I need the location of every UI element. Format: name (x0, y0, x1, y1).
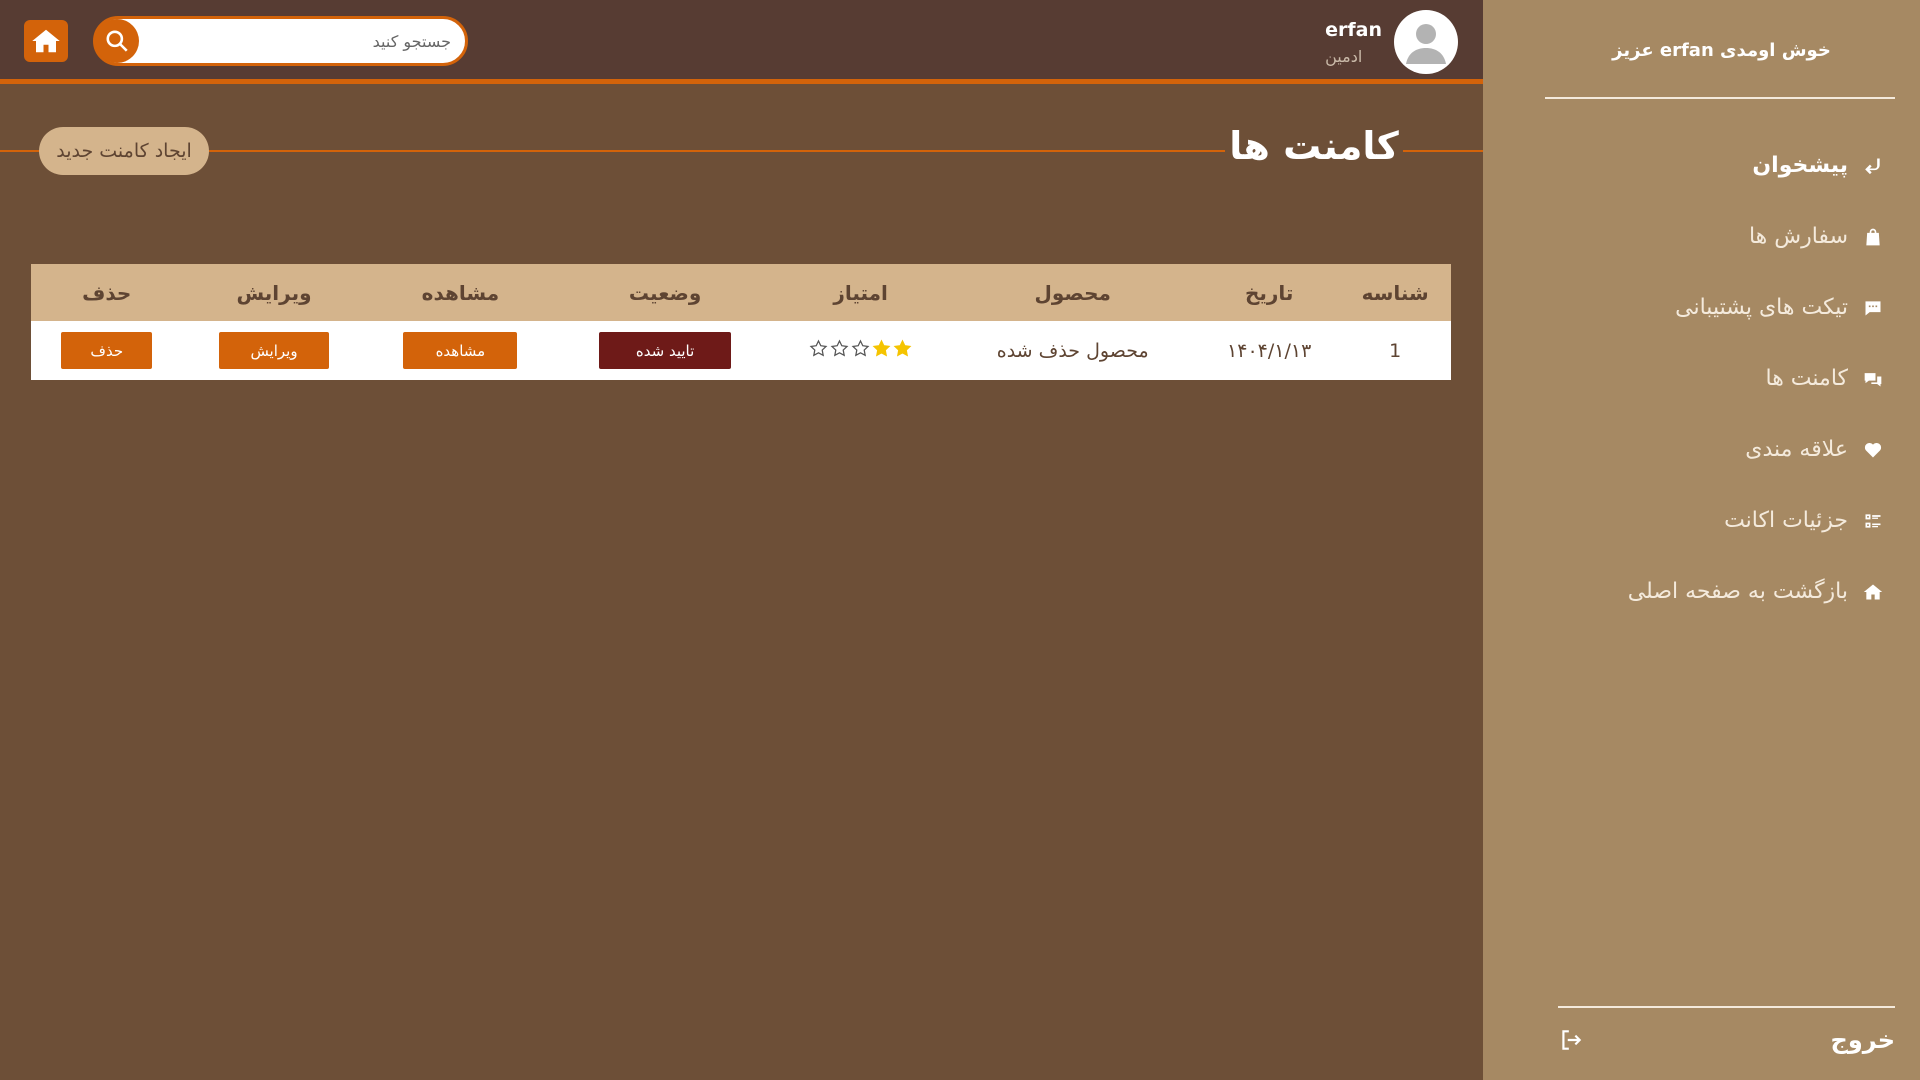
star-filled-icon (893, 339, 912, 356)
sidebar-item-orders[interactable]: سفارش ها (1628, 201, 1884, 272)
comments-table: شناسه تاریخ محصول امتیاز وضعیت مشاهده وی… (31, 264, 1451, 380)
logout-label: خروج (1830, 1026, 1895, 1054)
cell-view: مشاهده (366, 321, 556, 380)
heart-icon (1862, 439, 1884, 461)
column-header-date: تاریخ (1244, 280, 1294, 305)
sidebar-item-account[interactable]: جزئیات اکانت (1628, 485, 1884, 556)
column-header-delete: حذف (82, 280, 132, 305)
cell-rating (775, 321, 946, 380)
sidebar-item-label: علاقه مندی (1745, 437, 1848, 462)
status-badge: تایید شده (599, 332, 732, 369)
star-empty-icon (809, 339, 828, 356)
sidebar-item-dashboard[interactable]: پیشخوان (1628, 130, 1884, 201)
sidebar-item-label: پیشخوان (1752, 153, 1848, 178)
shopping-bag-icon (1862, 226, 1884, 248)
welcome-message: خوش اومدی erfan عزیز (1612, 40, 1831, 61)
table-header-row: شناسه تاریخ محصول امتیاز وضعیت مشاهده وی… (31, 264, 1451, 321)
user-profile[interactable]: erfan ادمین (1325, 10, 1458, 74)
sidebar-item-label: بازگشت به صفحه اصلی (1627, 579, 1848, 604)
sidebar-item-comments[interactable]: کامنت ها (1628, 343, 1884, 414)
logout-icon (1562, 1030, 1582, 1050)
column-header-product: محصول (1034, 280, 1111, 305)
column-header-view: مشاهده (421, 280, 500, 305)
user-name: erfan (1325, 18, 1382, 41)
search-button[interactable] (95, 19, 139, 63)
cell-edit: ویرایش (183, 321, 366, 380)
logout-button[interactable]: خروج (1558, 1026, 1895, 1054)
search-icon (106, 30, 128, 52)
cell-status: تایید شده (555, 321, 775, 380)
cell-id: 1 (1389, 339, 1402, 362)
sidebar-nav: پیشخوان سفارش ها تیکت های پشتیبانی کامنت… (1628, 130, 1884, 627)
top-bar: erfan ادمین (0, 0, 1483, 84)
sidebar-item-label: کامنت ها (1765, 366, 1849, 391)
search-input[interactable] (139, 31, 465, 51)
sidebar-item-home[interactable]: بازگشت به صفحه اصلی (1628, 556, 1884, 627)
sidebar-item-favorites[interactable]: علاقه مندی (1628, 414, 1884, 485)
table-row: 1 ۱۴۰۴/۱/۱۳ محصول حذف شده تایید شده مشاه… (31, 321, 1451, 380)
home-button[interactable] (24, 20, 68, 62)
cell-date: ۱۴۰۴/۱/۱۳ (1227, 339, 1312, 362)
sidebar-item-tickets[interactable]: تیکت های پشتیبانی (1628, 272, 1884, 343)
cell-product: محصول حذف شده (996, 339, 1149, 362)
search-box (93, 16, 468, 66)
avatar (1394, 10, 1458, 74)
user-info: erfan ادمین (1325, 19, 1382, 66)
chat-bubble-icon (1862, 297, 1884, 319)
sidebar-divider (1545, 97, 1895, 99)
sidebar-item-label: سفارش ها (1748, 224, 1848, 249)
rating-stars (809, 339, 912, 358)
column-header-status: وضعیت (628, 280, 702, 305)
page-title: کامنت ها (1225, 124, 1403, 168)
home-icon (1862, 581, 1884, 603)
cell-delete: حذف (31, 321, 183, 380)
column-header-edit: ویرایش (236, 280, 312, 305)
reply-arrow-icon (1862, 155, 1884, 177)
sidebar-item-label: جزئیات اکانت (1724, 508, 1848, 533)
create-comment-button[interactable]: ایجاد کامنت جدید (39, 127, 209, 175)
star-empty-icon (830, 339, 849, 356)
comments-icon (1862, 368, 1884, 390)
edit-button[interactable]: ویرایش (219, 332, 330, 369)
star-filled-icon (872, 339, 891, 356)
column-header-id: شناسه (1361, 280, 1429, 305)
home-icon (32, 29, 60, 53)
logout-divider (1558, 1006, 1895, 1008)
view-button[interactable]: مشاهده (403, 332, 518, 369)
user-role: ادمین (1325, 46, 1363, 66)
list-details-icon (1862, 510, 1884, 532)
delete-button[interactable]: حذف (61, 332, 153, 369)
sidebar: خوش اومدی erfan عزیز پیشخوان سفارش ها تی… (1483, 0, 1920, 1080)
column-header-rating: امتیاز (833, 280, 888, 305)
sidebar-item-label: تیکت های پشتیبانی (1675, 295, 1848, 320)
star-empty-icon (851, 339, 870, 356)
user-avatar-icon (1406, 24, 1446, 64)
